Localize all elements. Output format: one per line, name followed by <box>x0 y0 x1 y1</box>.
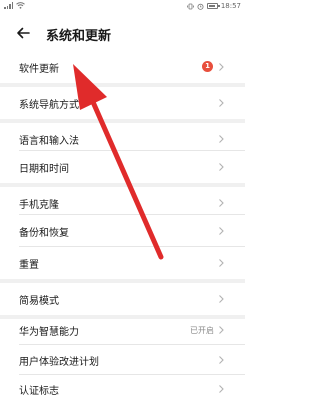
list-item-label: 日期和时间 <box>19 163 69 175</box>
list-item-label: 手机克隆 <box>19 199 59 211</box>
alarm-icon <box>197 3 204 10</box>
page-title: 系统和更新 <box>46 29 112 44</box>
chevron-right-icon <box>219 99 224 107</box>
list-item-label: 华为智慧能力 <box>19 326 79 338</box>
wifi-icon <box>16 2 25 9</box>
battery-icon <box>206 3 220 9</box>
back-button[interactable] <box>14 24 32 42</box>
status-bar: 18:57 <box>0 0 245 14</box>
chevron-right-icon <box>219 385 224 393</box>
chevron-right-icon <box>219 356 224 364</box>
list-item-huawei-smart[interactable]: 华为智慧能力 已开启 <box>0 314 245 346</box>
notification-badge: 1 <box>202 61 213 72</box>
chevron-right-icon <box>219 63 224 71</box>
list-item-simple-mode[interactable]: 简易模式 <box>0 283 245 315</box>
back-arrow-icon <box>17 27 30 39</box>
chevron-right-icon <box>219 135 224 143</box>
status-value: 已开启 <box>190 325 214 335</box>
list-item-label: 简易模式 <box>19 295 59 307</box>
list-item-navigation-mode[interactable]: 系统导航方式 <box>0 87 245 119</box>
chevron-right-icon <box>219 163 224 171</box>
list-item-label: 语言和输入法 <box>19 135 79 147</box>
signal-icon <box>4 2 13 9</box>
chevron-right-icon <box>219 199 224 207</box>
chevron-right-icon <box>219 295 224 303</box>
list-item-label: 软件更新 <box>19 63 59 75</box>
vibrate-icon <box>186 3 194 9</box>
list-item-backup-restore[interactable]: 备份和恢复 <box>0 215 245 247</box>
list-item-label: 系统导航方式 <box>19 99 79 111</box>
list-item-user-experience[interactable]: 用户体验改进计划 <box>0 344 245 376</box>
list-item-label: 用户体验改进计划 <box>19 356 99 368</box>
list-item-label: 认证标志 <box>19 385 59 397</box>
list-item-software-update[interactable]: 软件更新 1 <box>0 51 245 83</box>
header: 系统和更新 <box>0 18 245 48</box>
status-right: 18:57 <box>186 2 241 10</box>
chevron-right-icon <box>219 259 224 267</box>
status-left <box>4 2 25 9</box>
list-item-reset[interactable]: 重置 <box>0 247 245 279</box>
list-item-date-time[interactable]: 日期和时间 <box>0 151 245 183</box>
chevron-right-icon <box>219 227 224 235</box>
list-item-certification[interactable]: 认证标志 <box>0 373 245 400</box>
list-item-label: 重置 <box>19 259 39 271</box>
status-time: 18:57 <box>220 2 241 10</box>
chevron-right-icon <box>219 326 224 334</box>
list-item-label: 备份和恢复 <box>19 227 69 239</box>
